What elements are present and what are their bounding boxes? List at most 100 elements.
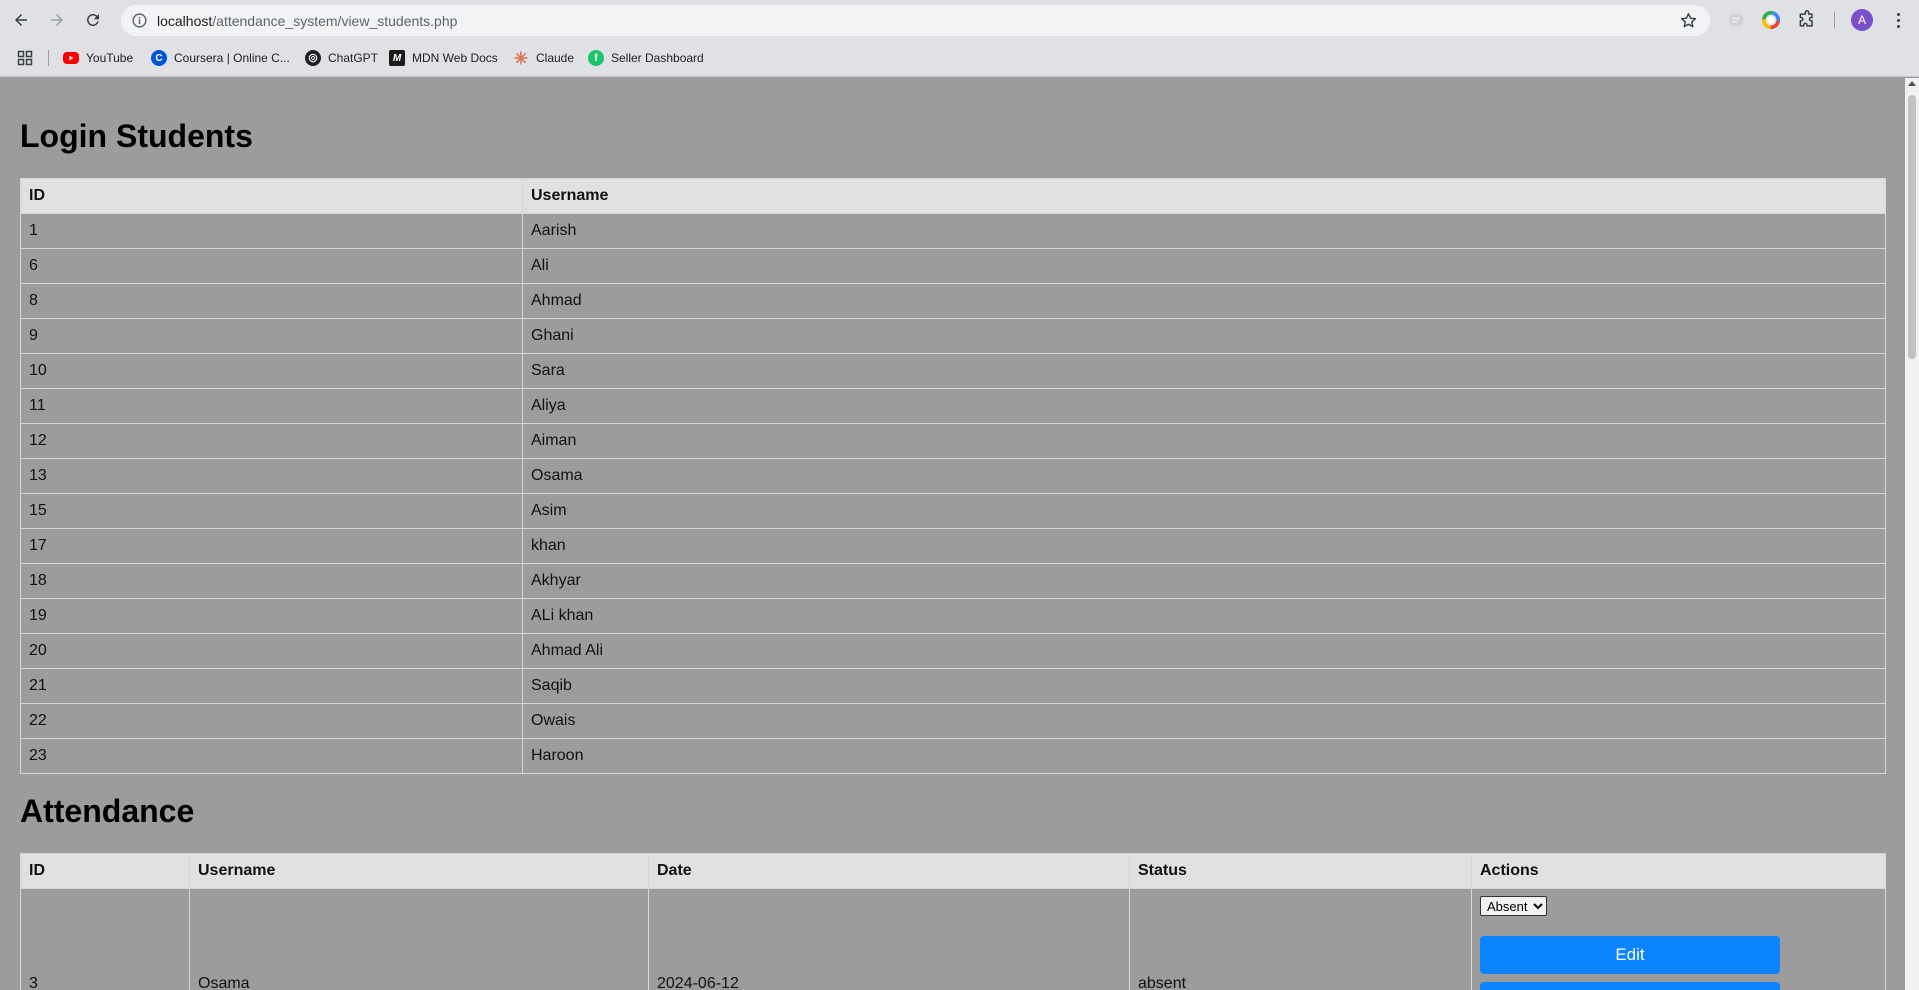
table-row: 20 Ahmad Ali — [20, 633, 1886, 669]
site-info-icon[interactable] — [131, 12, 148, 29]
bookmark-youtube[interactable]: YouTube — [63, 49, 133, 67]
color-picker-extension-icon[interactable] — [1760, 9, 1782, 31]
login-students-table: ID Username 1 Aarish 6 Ali 8 Ahmad 9 Ghani 10 Sar… — [20, 178, 1886, 774]
seller-dashboard-icon: f — [588, 50, 604, 66]
student-id-cell: 23 — [20, 738, 523, 774]
student-username-cell: Asim — [522, 493, 1886, 529]
login-students-heading: Login Students — [20, 118, 253, 154]
attendance-status-cell: absent — [1129, 888, 1472, 990]
student-username-cell: Aarish — [522, 213, 1886, 249]
page-scrollbar[interactable] — [1905, 78, 1919, 990]
student-id-cell: 19 — [20, 598, 523, 634]
bookmark-star-icon[interactable] — [1679, 11, 1698, 30]
student-username-cell: Aiman — [522, 423, 1886, 459]
student-username-cell: Ghani — [522, 318, 1886, 354]
student-id-cell: 12 — [20, 423, 523, 459]
table-row: 18 Akhyar — [20, 563, 1886, 599]
column-header-username: Username — [522, 178, 1886, 214]
student-username-cell: Haroon — [522, 738, 1886, 774]
page-content: Login Students ID Username 1 Aarish 6 Ali 8 A… — [0, 78, 1905, 990]
url-host: localhost — [157, 13, 213, 29]
table-row: 19 ALi khan — [20, 598, 1886, 634]
url-path: /attendance_system/view_students.php — [212, 13, 458, 29]
chatgpt-icon — [305, 50, 321, 66]
extension-placeholder-icon[interactable] — [1725, 9, 1747, 31]
bookmark-coursera[interactable]: C Coursera | Online C... — [151, 49, 290, 67]
student-username-cell: Ahmad Ali — [522, 633, 1886, 669]
student-username-cell: Saqib — [522, 668, 1886, 704]
table-row: 15 Asim — [20, 493, 1886, 529]
student-id-cell: 18 — [20, 563, 523, 599]
bookmark-label: YouTube — [86, 51, 134, 65]
table-row: 1 Aarish — [20, 213, 1886, 249]
student-id-cell: 13 — [20, 458, 523, 494]
student-username-cell: khan — [522, 528, 1886, 564]
browser-menu-icon[interactable] — [1888, 9, 1908, 31]
reload-icon[interactable] — [81, 8, 105, 32]
student-username-cell: Aliya — [522, 388, 1886, 424]
student-username-cell: Akhyar — [522, 563, 1886, 599]
column-header-id: ID — [20, 178, 523, 214]
browser-toolbar: localhost/attendance_system/view_student… — [0, 0, 1919, 40]
apps-grid-icon[interactable] — [17, 49, 33, 67]
bookmark-label: Seller Dashboard — [611, 51, 704, 65]
scroll-up-arrow-icon[interactable] — [1908, 81, 1916, 86]
table-row: 22 Owais — [20, 703, 1886, 739]
table-row: 6 Ali — [20, 248, 1886, 284]
student-id-cell: 11 — [20, 388, 523, 424]
student-username-cell: Ali — [522, 248, 1886, 284]
student-id-cell: 1 — [20, 213, 523, 249]
bookmark-claude[interactable]: Claude — [513, 49, 574, 67]
bookmark-seller-dashboard[interactable]: f Seller Dashboard — [588, 49, 704, 67]
back-icon[interactable] — [9, 8, 33, 32]
url-text: localhost/attendance_system/view_student… — [157, 13, 457, 29]
scroll-thumb[interactable] — [1908, 95, 1916, 359]
student-id-cell: 20 — [20, 633, 523, 669]
column-header-date: Date — [648, 853, 1130, 889]
address-bar[interactable]: localhost/attendance_system/view_student… — [121, 5, 1710, 36]
table-row: 9 Ghani — [20, 318, 1886, 354]
table-row: 3 Osama 2024-06-12 absent Absent Edit — [20, 888, 1886, 990]
table-row: 23 Haroon — [20, 738, 1886, 774]
student-username-cell: Ahmad — [522, 283, 1886, 319]
youtube-icon — [63, 52, 79, 64]
attendance-table: ID Username Date Status Actions 3 Osama … — [20, 853, 1886, 990]
bookmarks-divider — [48, 50, 49, 66]
attendance-heading: Attendance — [20, 793, 195, 829]
table-row: 21 Saqib — [20, 668, 1886, 704]
forward-icon[interactable] — [45, 8, 69, 32]
attendance-id-cell: 3 — [20, 888, 190, 990]
student-id-cell: 22 — [20, 703, 523, 739]
student-id-cell: 9 — [20, 318, 523, 354]
student-id-cell: 8 — [20, 283, 523, 319]
attendance-date-cell: 2024-06-12 — [648, 888, 1130, 990]
status-select[interactable]: Absent — [1480, 896, 1547, 916]
extensions-puzzle-icon[interactable] — [1796, 9, 1818, 31]
student-username-cell: Osama — [522, 458, 1886, 494]
profile-avatar[interactable]: A — [1851, 9, 1873, 31]
bookmark-label: Claude — [536, 51, 575, 65]
edit-button[interactable]: Edit — [1480, 936, 1780, 974]
table-header-row: ID Username — [20, 178, 1886, 214]
column-header-username: Username — [189, 853, 649, 889]
coursera-icon: C — [151, 50, 167, 66]
table-row: 10 Sara — [20, 353, 1886, 389]
bookmark-mdn[interactable]: M MDN Web Docs — [389, 49, 498, 67]
table-row: 12 Aiman — [20, 423, 1886, 459]
column-header-status: Status — [1129, 853, 1472, 889]
bookmark-chatgpt[interactable]: ChatGPT — [305, 49, 378, 67]
secondary-action-button[interactable] — [1480, 982, 1780, 990]
student-username-cell: ALi khan — [522, 598, 1886, 634]
student-id-cell: 15 — [20, 493, 523, 529]
bookmark-label: Coursera | Online C... — [174, 51, 290, 65]
table-row: 11 Aliya — [20, 388, 1886, 424]
table-header-row: ID Username Date Status Actions — [20, 853, 1886, 889]
student-id-cell: 6 — [20, 248, 523, 284]
column-header-actions: Actions — [1471, 853, 1886, 889]
attendance-username-cell: Osama — [189, 888, 649, 990]
attendance-actions-cell: Absent Edit — [1471, 888, 1886, 990]
mdn-icon: M — [389, 50, 405, 66]
table-row: 8 Ahmad — [20, 283, 1886, 319]
student-username-cell: Owais — [522, 703, 1886, 739]
student-id-cell: 21 — [20, 668, 523, 704]
